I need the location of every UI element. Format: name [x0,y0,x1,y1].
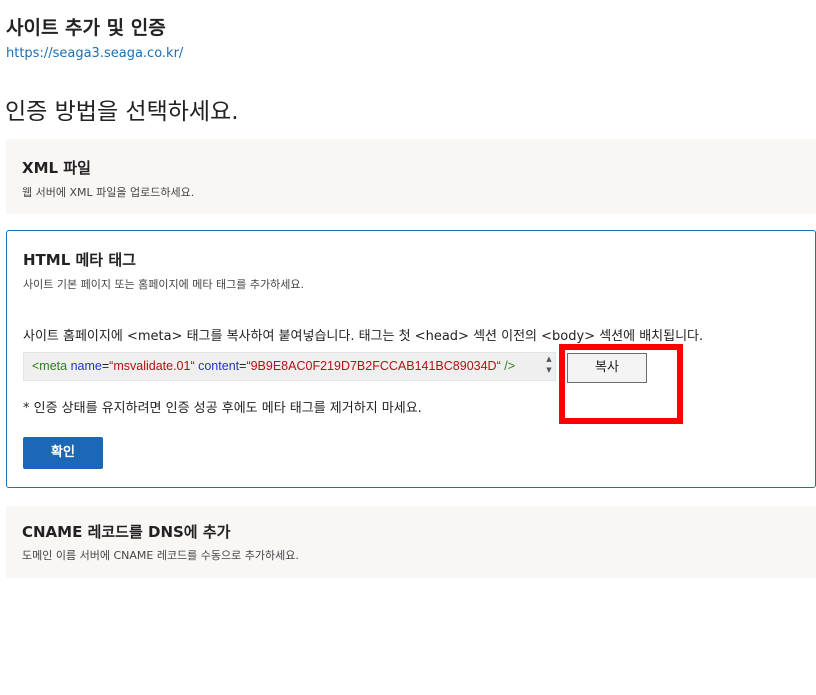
site-url-link[interactable]: https://seaga3.seaga.co.kr/ [6,46,183,61]
meta-content-attr: content [198,359,240,373]
highlight-annotation-box [559,344,683,424]
html-meta-tag-option[interactable]: HTML 메타 태그 사이트 기본 페이지 또는 홈페이지에 메타 태그를 추가… [6,230,816,488]
cname-option-description: 도메인 이름 서버에 CNAME 레코드를 수동으로 추가하세요. [22,549,299,562]
confirm-button[interactable]: 확인 [23,437,103,469]
meta-close-token: /> [504,359,516,373]
meta-instruction: 사이트 홈페이지에 <meta> 태그를 복사하여 붙여넣습니다. 태그는 첫 … [23,329,704,344]
xml-option-description: 웹 서버에 XML 파일을 업로드하세요. [22,186,195,199]
cname-record-option[interactable]: CNAME 레코드를 DNS에 추가 도메인 이름 서버에 CNAME 레코드를… [6,506,816,578]
meta-name-attr: name [70,359,102,373]
page-title: 사이트 추가 및 인증 [6,17,166,39]
html-option-description: 사이트 기본 페이지 또는 홈페이지에 메타 태그를 추가하세요. [23,278,304,291]
xml-option-title: XML 파일 [22,159,91,177]
meta-name-value: “msvalidate.01“ [109,359,195,373]
section-heading: 인증 방법을 선택하세요. [5,99,239,125]
meta-tag-field[interactable]: <meta name=“msvalidate.01“ content=“9B9E… [23,352,556,381]
meta-content-value: “9B9E8AC0F219D7B2FCCAB141BC89034D“ [246,359,501,373]
xml-file-option[interactable]: XML 파일 웹 서버에 XML 파일을 업로드하세요. [6,139,816,214]
field-scroll-arrows[interactable]: ▲ ▼ [543,354,555,380]
scroll-up-icon[interactable]: ▲ [543,354,555,365]
html-option-title: HTML 메타 태그 [23,251,136,269]
retention-note: * 인증 상태를 유지하려면 인증 성공 후에도 메타 태그를 제거하지 마세요… [23,401,422,416]
cname-option-title: CNAME 레코드를 DNS에 추가 [22,523,231,541]
meta-open-token: <meta [32,359,68,373]
scroll-down-icon[interactable]: ▼ [543,365,555,376]
